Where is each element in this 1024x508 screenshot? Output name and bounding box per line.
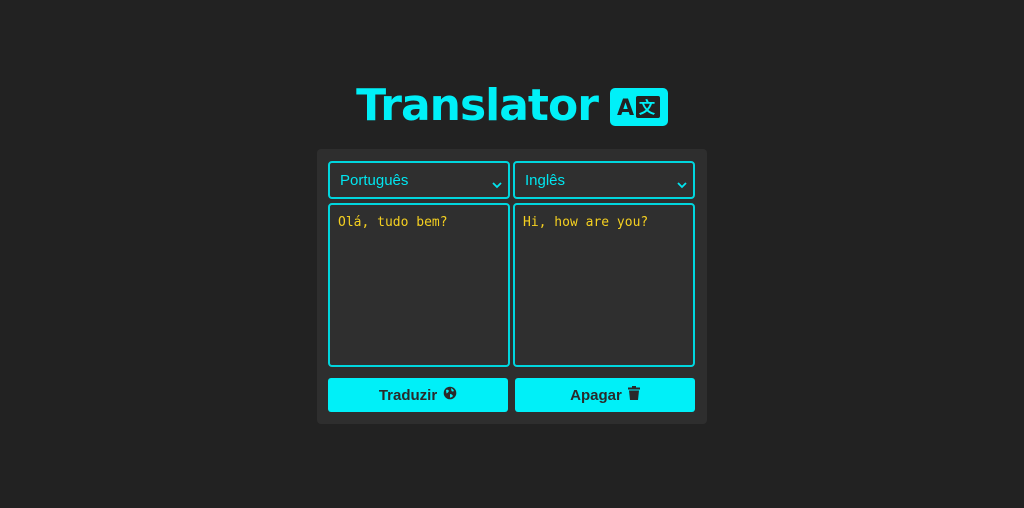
globe-icon: [443, 386, 457, 404]
svg-text:文: 文: [639, 98, 656, 117]
chevron-down-icon: [492, 176, 502, 193]
svg-text:A: A: [617, 96, 634, 121]
target-language-select[interactable]: Inglês: [513, 161, 695, 199]
translate-icon: A 文: [609, 88, 668, 126]
source-language-value: Português: [340, 171, 409, 189]
app-header: Translator A 文: [0, 80, 1024, 132]
chevron-down-icon: [677, 176, 687, 193]
clear-button[interactable]: Apagar: [515, 378, 695, 412]
source-language-select[interactable]: Português: [328, 161, 510, 199]
trash-icon: [627, 386, 640, 404]
app-title: Translator: [356, 80, 599, 131]
target-text-output[interactable]: Hi, how are you?: [513, 203, 695, 367]
translator-card: Português Inglês Olá, tudo bem? Hi, how …: [317, 149, 707, 424]
translate-button[interactable]: Traduzir: [328, 378, 508, 412]
target-language-value: Inglês: [525, 171, 566, 189]
clear-button-label: Apagar: [570, 386, 622, 404]
translate-button-label: Traduzir: [378, 386, 438, 404]
source-text-input[interactable]: Olá, tudo bem?: [328, 203, 510, 367]
